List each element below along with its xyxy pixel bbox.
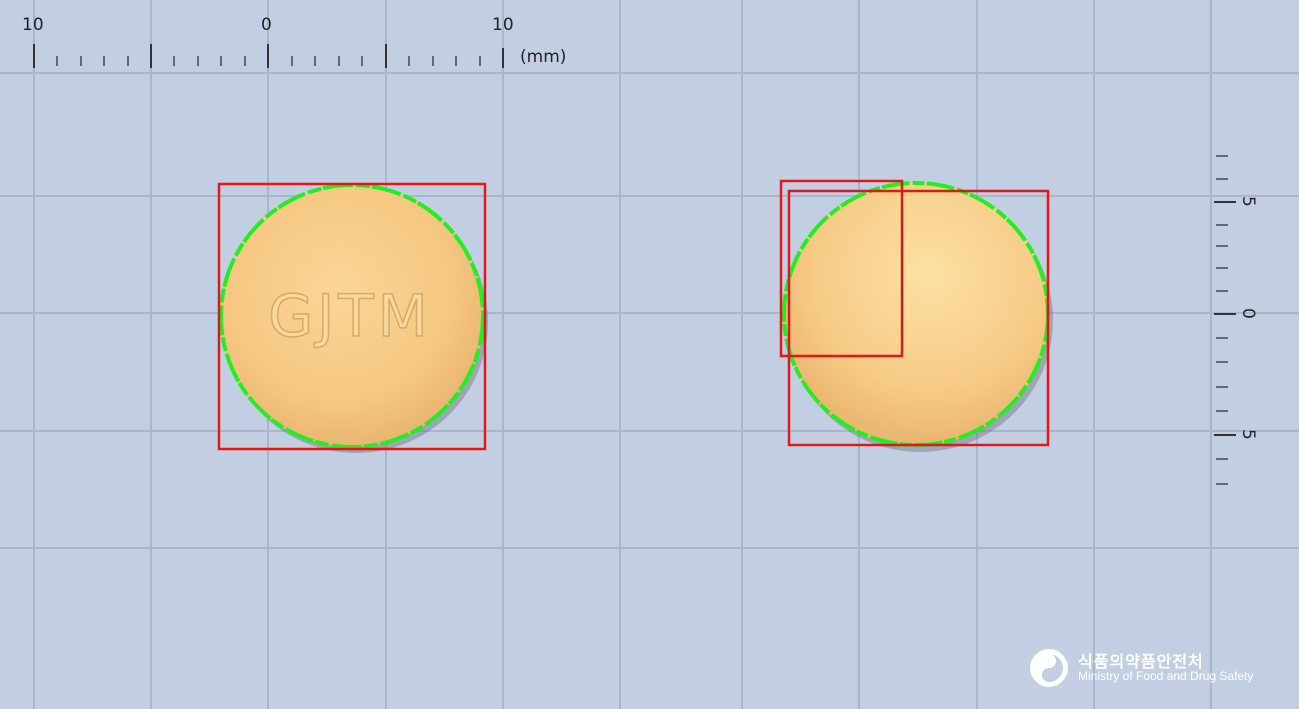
mfds-logo-english: Ministry of Food and Drug Safety: [1078, 669, 1254, 684]
right-ruler-label-top: 5: [1238, 196, 1258, 207]
top-ruler-label-right: 10: [492, 15, 514, 35]
mfds-logo: 식품의약품안전처 Ministry of Food and Drug Safet…: [1028, 646, 1278, 690]
tablet-front-imprint: GJTM: [268, 282, 432, 350]
background: [0, 0, 1299, 709]
top-ruler-unit: (mm): [520, 47, 566, 67]
right-ruler-label-center: 0: [1238, 308, 1258, 319]
mfds-logo-korean: 식품의약품안전처: [1078, 651, 1204, 671]
top-ruler-label-left: 10: [22, 15, 44, 35]
mfds-emblem-icon: [1030, 649, 1068, 687]
top-ruler-label-center: 0: [261, 15, 272, 35]
right-ruler-label-bottom: 5: [1238, 429, 1258, 440]
pill-photo: 10 0 10 (mm) 5 0 5 GJTM: [0, 0, 1299, 709]
